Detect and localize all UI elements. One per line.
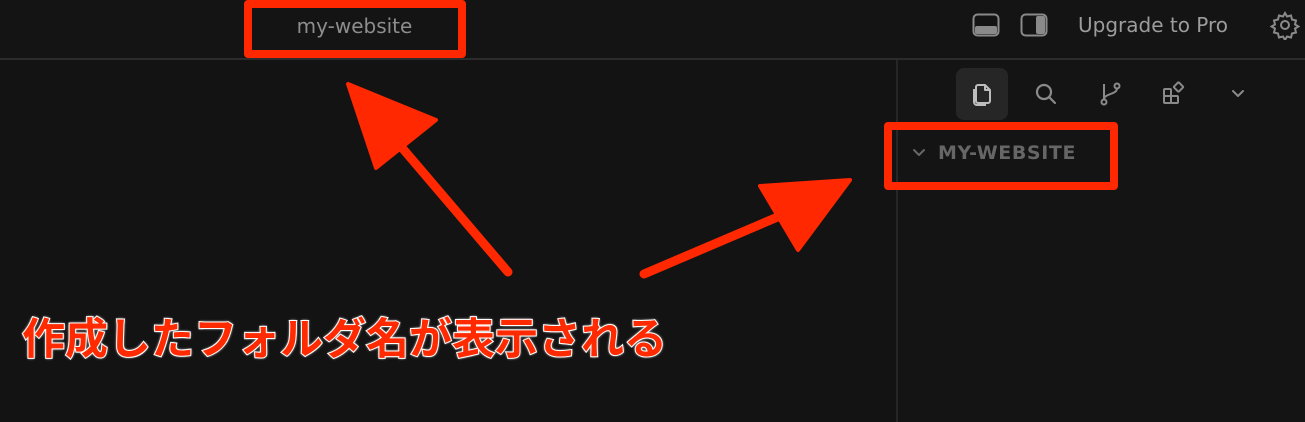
highlight-box-title [244,0,466,58]
extensions-icon[interactable] [1148,68,1200,120]
files-icon[interactable] [956,68,1008,120]
editor-area[interactable] [0,60,896,422]
layout-sidebar-right-icon[interactable] [1020,13,1048,37]
search-icon[interactable] [1020,68,1072,120]
layout-bottom-panel-icon[interactable] [972,13,1000,37]
highlight-box-folder [884,122,1118,190]
settings-gear-icon[interactable] [1269,10,1301,43]
upgrade-to-pro-link[interactable]: Upgrade to Pro [1078,10,1228,40]
annotation-caption: 作成したフォルダ名が表示される [21,305,668,367]
chevron-down-icon[interactable] [1212,68,1264,120]
git-branch-icon[interactable] [1084,68,1136,120]
